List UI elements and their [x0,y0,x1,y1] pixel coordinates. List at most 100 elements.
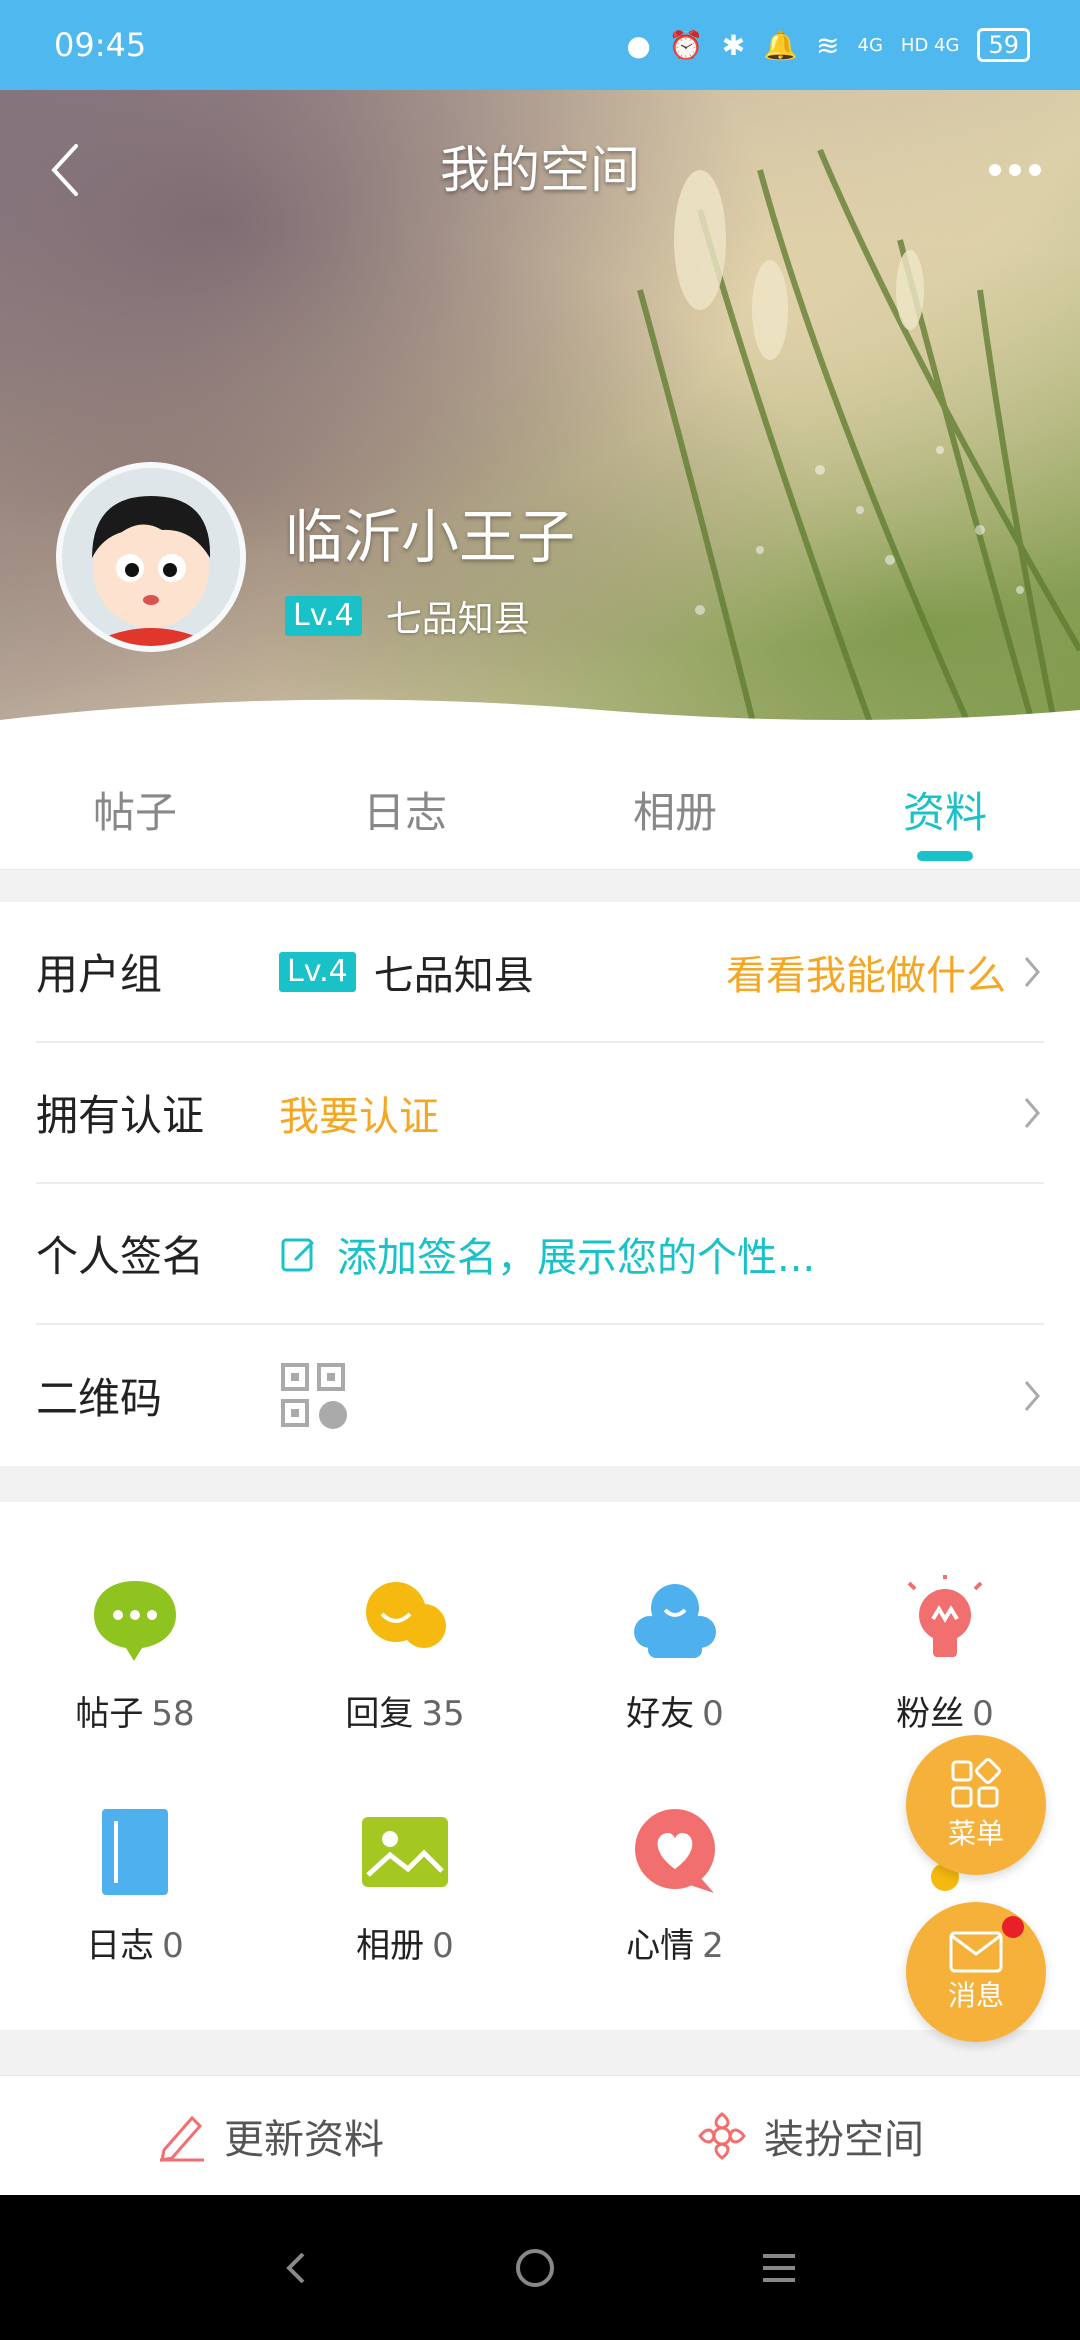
flower-icon [698,2111,746,2160]
certification-label: 拥有认证 [36,1091,205,1140]
notification-dot-icon: ● [626,28,651,62]
stat-fans[interactable]: 粉丝 0 [810,1570,1080,1770]
user-group-action[interactable]: 看看我能做什么 [726,902,1044,1041]
user-group-value: Lv.4 七品知县 [279,943,534,1001]
username: 临沂小王子 [285,503,576,571]
reply-bubbles-icon [355,1570,455,1670]
hero-wave-divider [0,699,1080,750]
profile-info-list: 用户组 Lv.4 七品知县 看看我能做什么 拥有认证 我要认证 个人签名 添加签… [0,902,1080,1466]
qrcode-value [279,1361,349,1431]
pencil-icon [160,2115,204,2162]
chevron-right-icon [1024,956,1040,987]
decorate-space-label: 装扮空间 [764,2116,924,2163]
more-dot-icon [1029,164,1041,176]
page-title: 我的空间 [440,141,640,199]
avatar[interactable] [56,462,246,652]
menu-fab-button[interactable]: 菜单 [906,1735,1046,1875]
user-rank: 七品知县 [385,599,530,640]
profile-hero: 我的空间 临沂小王子 Lv.4 七品知县 [0,90,1080,750]
battery-icon: 59 [977,28,1030,62]
user-group-label: 用户组 [36,950,163,999]
unread-dot-icon [1002,1916,1024,1938]
level-badge: Lv.4 [279,951,356,992]
tab-journal[interactable]: 日志 [270,750,540,869]
stat-posts[interactable]: 帖子 58 [0,1570,270,1770]
stat-replies[interactable]: 回复 35 [270,1570,540,1770]
chevron-right-icon [1024,1097,1040,1128]
more-dot-icon [1009,164,1021,176]
grid-menu-icon [951,1758,1001,1808]
more-options-button[interactable] [980,150,1050,190]
envelope-icon [949,1931,1003,1973]
qrcode-icon [281,1362,347,1429]
level-badge: Lv.4 [285,596,362,636]
certification-row[interactable]: 拥有认证 我要认证 [36,1043,1044,1184]
bluetooth-icon: ✱ [721,28,746,62]
message-fab-label: 消息 [947,1979,1004,2012]
tab-profile-info[interactable]: 资料 [810,750,1080,869]
menu-fab-label: 菜单 [947,1817,1004,1850]
edit-icon [281,1238,315,1271]
bell-icon: 🔔 [763,28,799,62]
update-profile-button[interactable]: 更新资料 [0,2076,540,2195]
more-dot-icon [989,164,1001,176]
qrcode-row[interactable]: 二维码 [36,1325,1044,1466]
status-time: 09:45 [54,26,147,64]
status-bar: 09:45 ● ⏰ ✱ 🔔 ≋ 4G HD 4G 59 [0,0,1080,90]
signature-row[interactable]: 个人签名 添加签名，展示您的个性... [36,1184,1044,1325]
user-level-row: Lv.4 七品知县 [285,590,530,642]
update-profile-label: 更新资料 [224,2116,384,2163]
bottom-action-bar: 更新资料 装扮空间 [0,2075,1080,2195]
signature-placeholder: 添加签名，展示您的个性... [337,1234,816,1281]
nav-back-icon[interactable] [281,2248,311,2288]
stat-label: 粉丝 [896,1694,965,1734]
signal-1-icon: 4G [857,34,883,56]
wifi-icon: ≋ [816,28,840,62]
stat-count: 0 [432,1926,454,1966]
nav-recents-icon[interactable] [759,2250,799,2286]
stat-label: 心情 [626,1926,695,1966]
message-fab-button[interactable]: 消息 [906,1902,1046,2042]
chevron-right-icon [1024,1380,1040,1411]
photo-icon [355,1802,455,1902]
signal-2-icon: HD 4G [900,34,960,56]
decorate-space-button[interactable]: 装扮空间 [540,2076,1080,2195]
stat-label: 回复 [345,1694,414,1734]
heart-bubble-icon [625,1802,725,1902]
stat-album[interactable]: 相册 0 [270,1802,540,2002]
stat-count: 0 [162,1926,184,1966]
stat-count: 0 [972,1694,994,1734]
certify-link[interactable]: 我要认证 [279,1084,439,1142]
stat-count: 35 [421,1694,465,1734]
stat-journal[interactable]: 日志 0 [0,1802,270,2002]
qrcode-label: 二维码 [36,1374,163,1423]
stat-count: 0 [702,1694,724,1734]
avatar-cartoon-icon [62,468,240,646]
stat-label: 相册 [356,1926,425,1966]
status-icons: ● ⏰ ✱ 🔔 ≋ 4G HD 4G 59 [626,28,1030,62]
stat-mood[interactable]: 心情 2 [540,1802,810,2002]
tab-posts[interactable]: 帖子 [0,750,270,869]
certification-chevron [1020,1043,1044,1182]
system-nav-bar [0,2195,1080,2340]
alarm-icon: ⏰ [668,28,704,62]
signature-value[interactable]: 添加签名，展示您的个性... [279,1225,815,1283]
qrcode-chevron [1020,1325,1044,1466]
stat-label: 帖子 [75,1694,144,1734]
stat-count: 58 [151,1694,195,1734]
nav-home-icon[interactable] [513,2246,557,2290]
friends-icon [625,1570,725,1670]
lightbulb-icon [895,1570,995,1670]
notebook-icon [85,1802,185,1902]
signature-label: 个人签名 [36,1232,205,1281]
stat-label: 日志 [86,1926,155,1966]
what-can-i-do-link[interactable]: 看看我能做什么 [726,943,1006,1001]
stat-count: 2 [702,1926,724,1966]
profile-tabs: 帖子 日志 相册 资料 [0,750,1080,870]
stat-friends[interactable]: 好友 0 [540,1570,810,1770]
stat-label: 好友 [626,1694,695,1734]
tab-album[interactable]: 相册 [540,750,810,869]
user-group-rank: 七品知县 [373,952,534,999]
user-group-row[interactable]: 用户组 Lv.4 七品知县 看看我能做什么 [36,902,1044,1043]
chat-bubble-icon [85,1570,185,1670]
